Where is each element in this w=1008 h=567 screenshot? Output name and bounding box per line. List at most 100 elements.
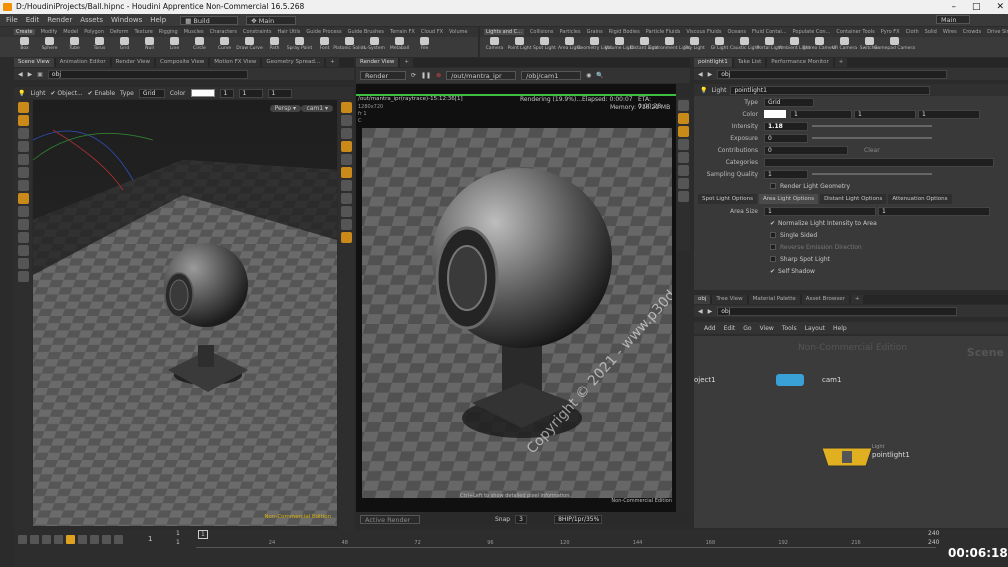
snapshot-render-icon[interactable] (678, 126, 689, 137)
histogram-icon[interactable] (678, 178, 689, 189)
handle-tool-icon[interactable] (17, 154, 29, 165)
preview-icon[interactable] (678, 113, 689, 124)
home-view-icon[interactable] (340, 115, 352, 126)
network-menu-item[interactable]: View (760, 325, 774, 332)
menu-render[interactable]: Render (47, 16, 72, 24)
pane-tab[interactable]: Tree View (712, 295, 747, 304)
shelf-tool[interactable]: Gamepad Camera (874, 37, 915, 57)
transform-tool-icon[interactable] (17, 115, 29, 126)
shelf-tab[interactable]: Pyro FX (881, 29, 900, 35)
color-b-field[interactable]: 1 (267, 88, 292, 98)
timeline-ruler[interactable]: 1 24 48 72 96 120 144 168 192 216 (196, 530, 936, 548)
shelf-tool[interactable]: Volume Light (605, 37, 634, 57)
exposure-slider[interactable] (812, 137, 932, 139)
add-tab-button[interactable]: + (326, 58, 339, 67)
shelf-tool[interactable]: Point Light (508, 37, 531, 57)
network-menu-item[interactable]: Tools (782, 325, 797, 332)
desktop-select[interactable]: ✥ Main (246, 15, 297, 25)
ghost-icon[interactable] (340, 167, 352, 178)
add-tab-button[interactable]: + (850, 295, 864, 304)
shelf-tool[interactable]: Sphere (39, 37, 60, 57)
shelf-tab[interactable]: Container Tools (836, 29, 874, 35)
render-button[interactable]: Render (360, 71, 406, 80)
sampling-slider[interactable] (812, 173, 932, 175)
pane-tab[interactable]: Animation Editor (55, 58, 110, 67)
menu-windows[interactable]: Windows (111, 16, 142, 24)
pane-tab[interactable]: pointlight1 (694, 58, 732, 67)
color-param-r[interactable]: 1 (790, 109, 852, 119)
shelf-tab[interactable]: Texture (134, 29, 152, 35)
type-select[interactable]: Grid (138, 88, 165, 98)
persp-menu[interactable]: Persp ▾ (269, 105, 301, 112)
shelf-tab[interactable]: Modify (41, 29, 58, 35)
shelf-tab[interactable]: Polygon (84, 29, 104, 35)
shelf-tool[interactable]: Torus (89, 37, 110, 57)
shelf-tab[interactable]: Viscous Fluids (686, 29, 721, 35)
shelf-tool[interactable]: Platonic Solids (333, 37, 366, 57)
color-g-field[interactable]: 1 (238, 88, 263, 98)
shelf-tool[interactable]: GI Light (709, 37, 730, 57)
network-menu-item[interactable]: Layout (805, 325, 825, 332)
shelf-tool[interactable]: Environment Light (649, 37, 690, 57)
self-shadow-checkbox[interactable]: ✔ (770, 268, 775, 275)
cam-node-label[interactable]: cam1 (822, 376, 841, 384)
scene-viewport[interactable]: Persp ▾ cam1 ▾ Non-Commercial Edition (33, 100, 337, 526)
end-frame-2[interactable]: 240 (928, 539, 939, 546)
scale-tool-icon[interactable] (17, 141, 29, 152)
guides-icon[interactable] (340, 206, 352, 217)
build-menu-select[interactable]: ▦ Build (180, 15, 239, 25)
light-option-tab[interactable]: Attenuation Options (888, 194, 952, 204)
camera-select[interactable]: /obj/cam1 (521, 71, 582, 80)
shelf-tab[interactable]: Characters (210, 29, 237, 35)
network-path-field[interactable]: obj (717, 306, 958, 316)
play-icon[interactable] (78, 535, 87, 544)
stop-icon[interactable]: ⊗ (436, 72, 441, 79)
object-toggle[interactable]: ✔ Object... (50, 90, 82, 97)
prev-key-icon[interactable] (30, 535, 39, 544)
shelf-tool[interactable]: VR Camera (832, 37, 857, 57)
prim-snap-icon[interactable] (17, 219, 29, 230)
shelf-tool[interactable]: Sky Light (684, 37, 705, 57)
desktop-select-right[interactable]: Main (936, 15, 970, 24)
shelf-tool[interactable]: Spot Light (533, 37, 556, 57)
exposure-field[interactable]: 0 (764, 133, 808, 143)
pane-tab[interactable]: Geometry Spread... (262, 58, 325, 67)
param-back-icon[interactable]: ◀ (698, 71, 703, 78)
render-geo-checkbox[interactable] (770, 183, 776, 189)
color-param-b[interactable]: 1 (918, 109, 980, 119)
end-frame[interactable]: 240 (928, 530, 939, 537)
add-tab-button[interactable]: + (834, 58, 848, 67)
net-forward-icon[interactable]: ▶ (708, 308, 713, 315)
visualizer-icon[interactable] (340, 219, 352, 230)
enable-toggle[interactable]: ✔ Enable (88, 90, 115, 97)
go-end-icon[interactable] (114, 535, 123, 544)
compare-icon[interactable] (678, 139, 689, 150)
back-arrow-icon[interactable]: ◀ (18, 71, 23, 78)
go-start-icon[interactable] (18, 535, 27, 544)
snap-field[interactable]: 3 (515, 514, 528, 524)
shelf-tool[interactable]: File (414, 37, 435, 57)
shelf-tab[interactable]: Particle Fluids (646, 29, 681, 35)
lights-icon[interactable] (340, 154, 352, 165)
step-forward-icon[interactable] (90, 535, 99, 544)
light-option-tab[interactable]: Area Light Options (758, 194, 819, 204)
shelf-tool[interactable]: Caustic Light (730, 37, 759, 57)
menu-assets[interactable]: Assets (80, 16, 103, 24)
shelf-tool[interactable]: Box (14, 37, 35, 57)
shelf-tab[interactable]: Terrain FX (390, 29, 415, 35)
points-icon[interactable] (340, 180, 352, 191)
normals-icon[interactable] (340, 193, 352, 204)
next-key-icon[interactable] (102, 535, 111, 544)
network-menu-item[interactable]: Edit (724, 325, 736, 332)
wireframe-icon[interactable] (340, 128, 352, 139)
rop-select[interactable]: /out/mantra_ipr (446, 71, 517, 80)
paint-icon[interactable] (17, 245, 29, 256)
shelf-tab[interactable]: Volume (449, 29, 468, 35)
shelf-tab[interactable]: Drive Simula... (987, 29, 1008, 35)
shelf-tab[interactable]: Muscles (184, 29, 204, 35)
node-name-field[interactable]: pointlight1 (730, 85, 931, 95)
pane-tab[interactable]: Asset Browser (801, 295, 849, 304)
menu-edit[interactable]: Edit (26, 16, 40, 24)
shelf-tool[interactable]: Metaball (389, 37, 410, 57)
pixel-info-icon[interactable] (678, 191, 689, 202)
